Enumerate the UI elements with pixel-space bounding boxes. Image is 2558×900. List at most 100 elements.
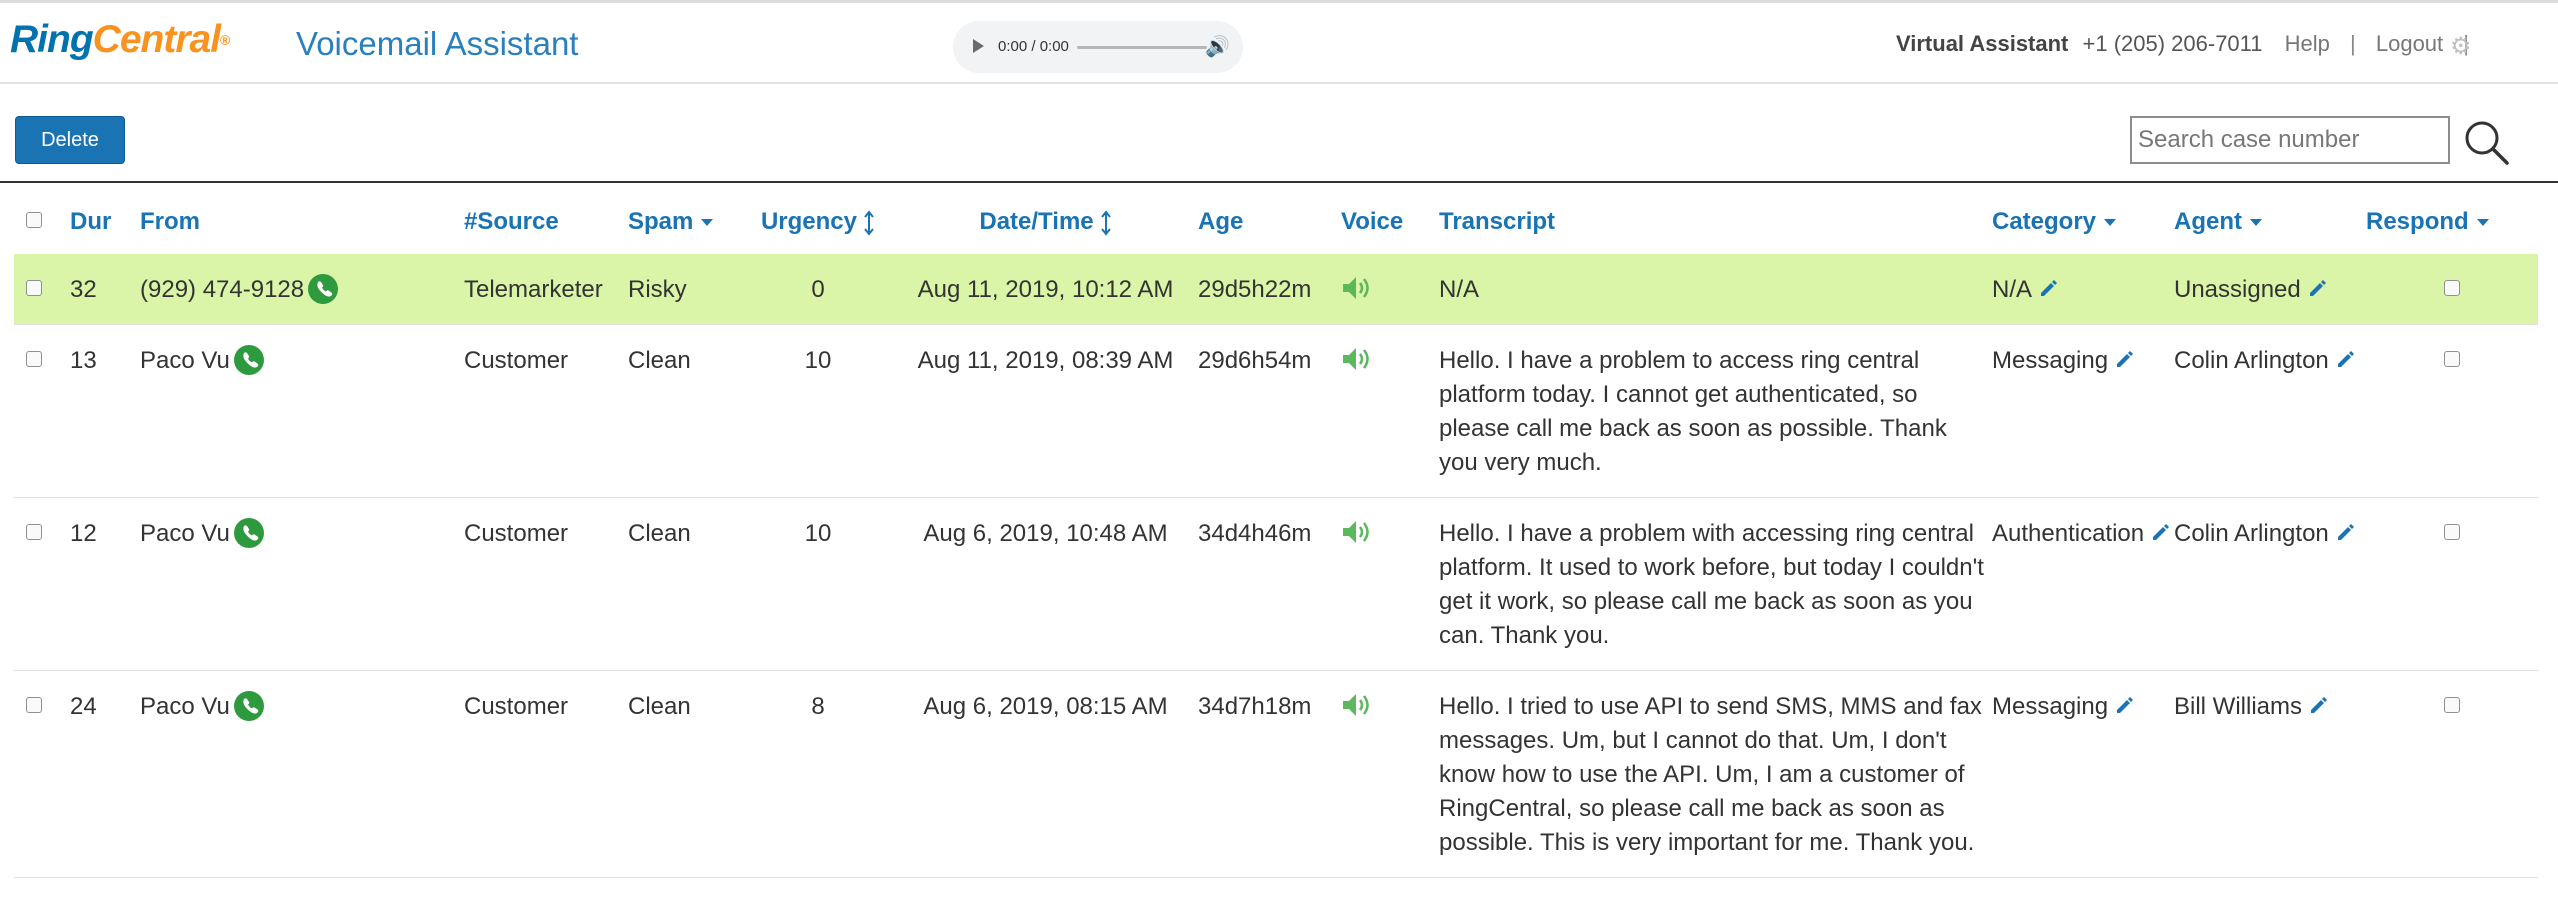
call-icon[interactable] <box>233 517 264 548</box>
col-datetime[interactable]: Date/Time <box>893 190 1198 254</box>
volume-icon[interactable]: 🔊 <box>1205 35 1230 59</box>
row-dur: 32 <box>70 254 140 325</box>
row-source: Customer <box>464 670 628 878</box>
select-all-cell[interactable] <box>14 190 70 254</box>
col-voice: Voice <box>1341 208 1404 235</box>
row-voice <box>1341 670 1439 878</box>
row-category: N/A <box>1992 254 2174 325</box>
row-from: Paco Vu <box>140 497 464 671</box>
pencil-icon[interactable] <box>2150 523 2170 543</box>
call-icon[interactable] <box>308 273 339 304</box>
table-row[interactable]: 13 Paco Vu Customer Clean 10 Aug 11, 201… <box>14 324 2538 498</box>
row-respond <box>2366 254 2538 325</box>
col-respond[interactable]: Respond <box>2366 190 2538 254</box>
col-spam[interactable]: Spam <box>628 190 743 254</box>
play-icon[interactable] <box>973 39 984 53</box>
col-category[interactable]: Category <box>1992 190 2174 254</box>
row-checkbox[interactable] <box>26 350 42 367</box>
toolbar-divider <box>0 181 2558 183</box>
row-age: 34d7h18m <box>1198 670 1341 878</box>
help-link[interactable]: Help <box>2285 31 2330 56</box>
pencil-icon[interactable] <box>2308 696 2328 716</box>
row-checkbox[interactable] <box>26 696 42 713</box>
row-source: Telemarketer <box>464 254 628 325</box>
table-header-row: Dur From #Source Spam Urgency Date/Time … <box>14 190 2538 254</box>
row-age: 34d4h46m <box>1198 497 1341 671</box>
pencil-icon[interactable] <box>2335 523 2355 543</box>
col-from[interactable]: From <box>140 190 464 254</box>
select-all-checkbox[interactable] <box>26 211 42 228</box>
row-transcript: N/A <box>1439 254 1992 325</box>
row-urgency: 8 <box>743 670 893 878</box>
row-dur: 24 <box>70 670 140 878</box>
audio-player[interactable]: 0:00 / 0:00 🔊 <box>953 21 1243 73</box>
search-icon[interactable] <box>2462 118 2510 166</box>
chevron-down-icon <box>2104 219 2117 227</box>
ringcentral-logo: RingCentral® <box>10 18 230 61</box>
row-voice <box>1341 254 1439 325</box>
pencil-icon[interactable] <box>2114 350 2134 370</box>
delete-button[interactable]: Delete <box>15 116 125 164</box>
respond-checkbox[interactable] <box>2444 523 2460 540</box>
row-agent: Colin Arlington <box>2174 324 2366 498</box>
table-row[interactable]: 12 Paco Vu Customer Clean 10 Aug 6, 2019… <box>14 497 2538 671</box>
row-datetime: Aug 6, 2019, 08:15 AM <box>893 670 1198 878</box>
app-header: RingCentral® Voicemail Assistant 0:00 / … <box>0 0 2558 84</box>
row-transcript: Hello. I tried to use API to send SMS, M… <box>1439 670 1992 878</box>
logout-link[interactable]: Logout <box>2376 31 2443 56</box>
row-spam: Clean <box>628 324 743 498</box>
speaker-icon[interactable] <box>1341 345 1375 373</box>
table-row[interactable]: 24 Paco Vu Customer Clean 8 Aug 6, 2019,… <box>14 670 2538 878</box>
call-icon[interactable] <box>233 344 264 375</box>
col-age[interactable]: Age <box>1198 190 1341 254</box>
row-source: Customer <box>464 497 628 671</box>
row-datetime: Aug 11, 2019, 10:12 AM <box>893 254 1198 325</box>
row-urgency: 10 <box>743 324 893 498</box>
row-transcript: Hello. I have a problem with accessing r… <box>1439 497 1992 671</box>
account-bar: Virtual Assistant +1 (205) 206-7011 Help… <box>1896 29 2483 59</box>
speaker-icon[interactable] <box>1341 274 1375 302</box>
row-respond <box>2366 324 2538 498</box>
row-urgency: 0 <box>743 254 893 325</box>
sort-icon <box>1100 210 1111 236</box>
col-urgency[interactable]: Urgency <box>743 190 893 254</box>
account-phone: +1 (205) 206-7011 <box>2082 31 2263 56</box>
col-dur[interactable]: Dur <box>70 190 140 254</box>
app-title: Voicemail Assistant <box>296 25 579 62</box>
row-dur: 12 <box>70 497 140 671</box>
row-age: 29d5h22m <box>1198 254 1341 325</box>
row-transcript: Hello. I have a problem to access ring c… <box>1439 324 1992 498</box>
row-voice <box>1341 324 1439 498</box>
respond-checkbox[interactable] <box>2444 696 2460 713</box>
respond-checkbox[interactable] <box>2444 350 2460 367</box>
row-checkbox[interactable] <box>26 523 42 540</box>
col-source[interactable]: #Source <box>464 190 628 254</box>
account-label: Virtual Assistant <box>1895 31 2069 56</box>
pencil-icon[interactable] <box>2114 696 2134 716</box>
pencil-icon[interactable] <box>2307 279 2327 299</box>
call-icon[interactable] <box>233 690 264 721</box>
speaker-icon[interactable] <box>1341 691 1375 719</box>
col-agent[interactable]: Agent <box>2174 190 2366 254</box>
row-respond <box>2366 497 2538 671</box>
gear-icon[interactable]: ⚙ <box>2450 33 2472 61</box>
chevron-down-icon <box>701 219 714 227</box>
respond-checkbox[interactable] <box>2444 279 2460 296</box>
pencil-icon[interactable] <box>2335 350 2355 370</box>
row-agent: Unassigned <box>2174 254 2366 325</box>
table-row[interactable]: 32 (929) 474-9128 Telemarketer Risky 0 A… <box>14 254 2538 325</box>
audio-progress-slider[interactable] <box>1077 46 1207 49</box>
speaker-icon[interactable] <box>1341 518 1375 546</box>
row-urgency: 10 <box>743 497 893 671</box>
audio-time: 0:00 / 0:00 <box>998 38 1069 55</box>
row-category: Messaging <box>1992 670 2174 878</box>
row-checkbox[interactable] <box>26 279 42 296</box>
row-from: (929) 474-9128 <box>140 254 464 325</box>
row-spam: Risky <box>628 254 743 325</box>
search-case-input[interactable] <box>2130 116 2450 164</box>
row-from: Paco Vu <box>140 670 464 878</box>
row-datetime: Aug 6, 2019, 10:48 AM <box>893 497 1198 671</box>
pencil-icon[interactable] <box>2038 279 2058 299</box>
row-dur: 13 <box>70 324 140 498</box>
separator: | <box>2350 31 2356 56</box>
